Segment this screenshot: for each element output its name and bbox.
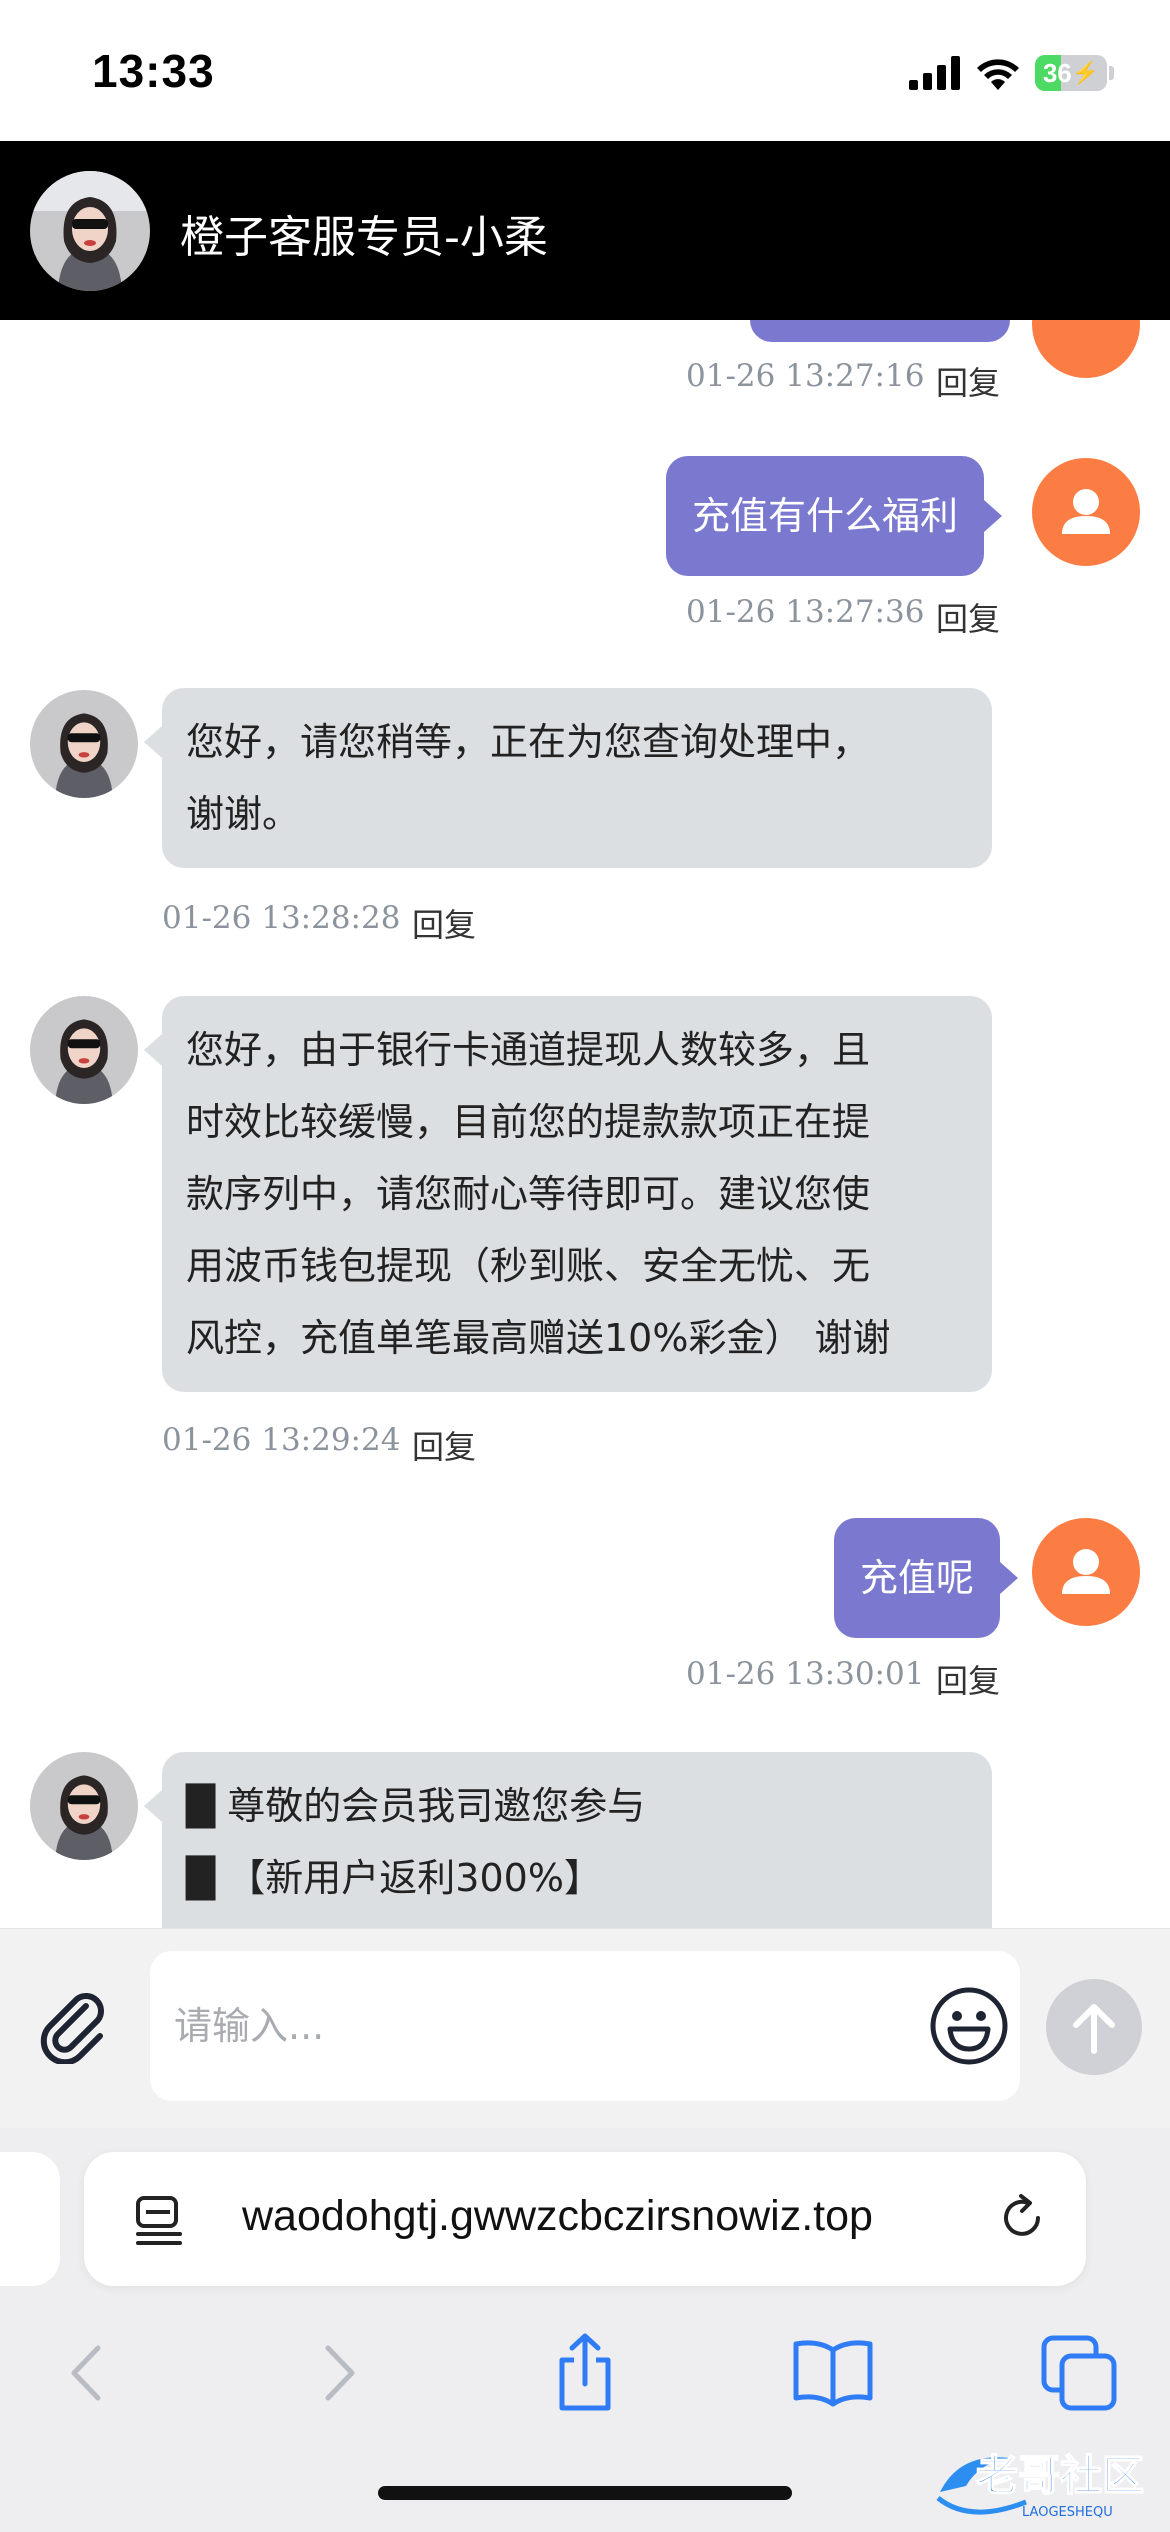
message-timestamp: 01-26 13:29:24 xyxy=(162,1422,401,1458)
reload-icon[interactable] xyxy=(994,2190,1050,2246)
reply-link[interactable]: 回复 xyxy=(936,358,1000,404)
message-timestamp: 01-26 13:30:01 xyxy=(686,1656,925,1692)
forward-button[interactable] xyxy=(294,2328,384,2418)
message-line: 时效比较缓慢，目前您的提款款项正在提 xyxy=(186,1100,871,1144)
previous-message-bubble xyxy=(750,320,1010,342)
user-message-bubble: 充值有什么福利 xyxy=(666,456,1003,576)
battery-nub xyxy=(1109,66,1114,80)
battery-icon: 36 ⚡ xyxy=(1035,55,1107,91)
agent-message-bubble: 您好，请您稍等，正在为您查询处理中， 谢谢。 xyxy=(144,688,992,868)
user-avatar xyxy=(1032,320,1140,378)
reply-link[interactable]: 回复 xyxy=(412,900,476,946)
wifi-icon xyxy=(977,59,1019,90)
watermark-subtext: LAOGESHEQU xyxy=(1022,2505,1113,2520)
chat-header: 橙子客服专员-小柔 xyxy=(0,141,1170,320)
arrow-up-icon xyxy=(1073,2004,1115,2054)
reply-link[interactable]: 回复 xyxy=(412,1422,476,1468)
message-line: 款序列中，请您耐心等待即可。建议您使 xyxy=(186,1172,871,1216)
agent-avatar[interactable] xyxy=(30,1752,138,1860)
message-line: 风控，充值单笔最高赠送10%彩金） 谢谢 xyxy=(186,1316,891,1360)
message-line: █ 【新用户返利300%】 xyxy=(186,1856,602,1900)
agent-avatar[interactable] xyxy=(30,690,138,798)
chat-area[interactable]: 01-26 13:27:16 回复 充值有什么福利 01-26 13:27:36… xyxy=(0,320,1170,1928)
page-menu-icon[interactable] xyxy=(134,2194,186,2246)
send-button[interactable] xyxy=(1046,1979,1142,2075)
emoji-icon[interactable] xyxy=(928,1985,1010,2067)
message-input-bar xyxy=(0,1928,1170,2128)
cellular-signal-icon xyxy=(909,56,960,90)
address-bar[interactable]: waodohgtj.gwwzcbczirsnowiz.top xyxy=(84,2152,1086,2286)
status-icons: 36 ⚡ xyxy=(909,52,1114,94)
share-icon[interactable] xyxy=(540,2328,630,2418)
user-avatar xyxy=(1032,1518,1140,1626)
status-time: 13:33 xyxy=(92,45,215,97)
user-icon xyxy=(1062,489,1110,534)
user-icon xyxy=(1062,1549,1110,1594)
message-line: 用波币钱包提现（秒到账、安全无忧、无 xyxy=(186,1244,871,1288)
agent-avatar[interactable] xyxy=(30,996,138,1104)
message-timestamp: 01-26 13:27:16 xyxy=(686,358,925,394)
home-indicator xyxy=(378,2486,792,2500)
battery-level: 36 ⚡ xyxy=(1042,57,1100,88)
agent-message-bubble: █ 尊敬的会员我司邀您参与 █ 【新用户返利300%】 xyxy=(144,1752,992,1928)
previous-tab-edge[interactable] xyxy=(0,2152,60,2286)
agent-avatar[interactable] xyxy=(30,171,150,291)
back-button[interactable] xyxy=(42,2328,132,2418)
user-avatar xyxy=(1032,458,1140,566)
status-bar: 13:33 36 ⚡ xyxy=(0,0,1170,141)
message-timestamp: 01-26 13:28:28 xyxy=(162,900,401,936)
message-line: 您好，由于银行卡通道提现人数较多，且 xyxy=(186,1028,871,1072)
url-text[interactable]: waodohgtj.gwwzcbczirsnowiz.top xyxy=(242,2192,873,2241)
message-input[interactable] xyxy=(150,1951,1020,2101)
user-message-bubble: 充值呢 xyxy=(834,1518,1019,1638)
reply-link[interactable]: 回复 xyxy=(936,594,1000,640)
message-line: 谢谢。 xyxy=(186,792,301,836)
message-text: 充值有什么福利 xyxy=(692,494,959,538)
watermark-logo: 老哥社区 LAOGESHEQU xyxy=(930,2432,1158,2524)
agent-message-bubble: 您好，由于银行卡通道提现人数较多，且 时效比较缓慢，目前您的提款款项正在提 款序… xyxy=(144,996,992,1392)
message-line: 您好，请您稍等，正在为您查询处理中， xyxy=(186,720,871,764)
watermark-text: 老哥社区 xyxy=(976,2451,1144,2500)
message-line: █ 尊敬的会员我司邀您参与 xyxy=(186,1784,646,1828)
reply-link[interactable]: 回复 xyxy=(936,1656,1000,1702)
message-text: 充值呢 xyxy=(860,1556,975,1600)
bookmarks-icon[interactable] xyxy=(788,2328,878,2418)
tabs-icon[interactable] xyxy=(1036,2328,1126,2418)
chat-title: 橙子客服专员-小柔 xyxy=(180,212,548,263)
message-timestamp: 01-26 13:27:36 xyxy=(686,594,925,630)
paperclip-icon[interactable] xyxy=(34,1984,114,2064)
